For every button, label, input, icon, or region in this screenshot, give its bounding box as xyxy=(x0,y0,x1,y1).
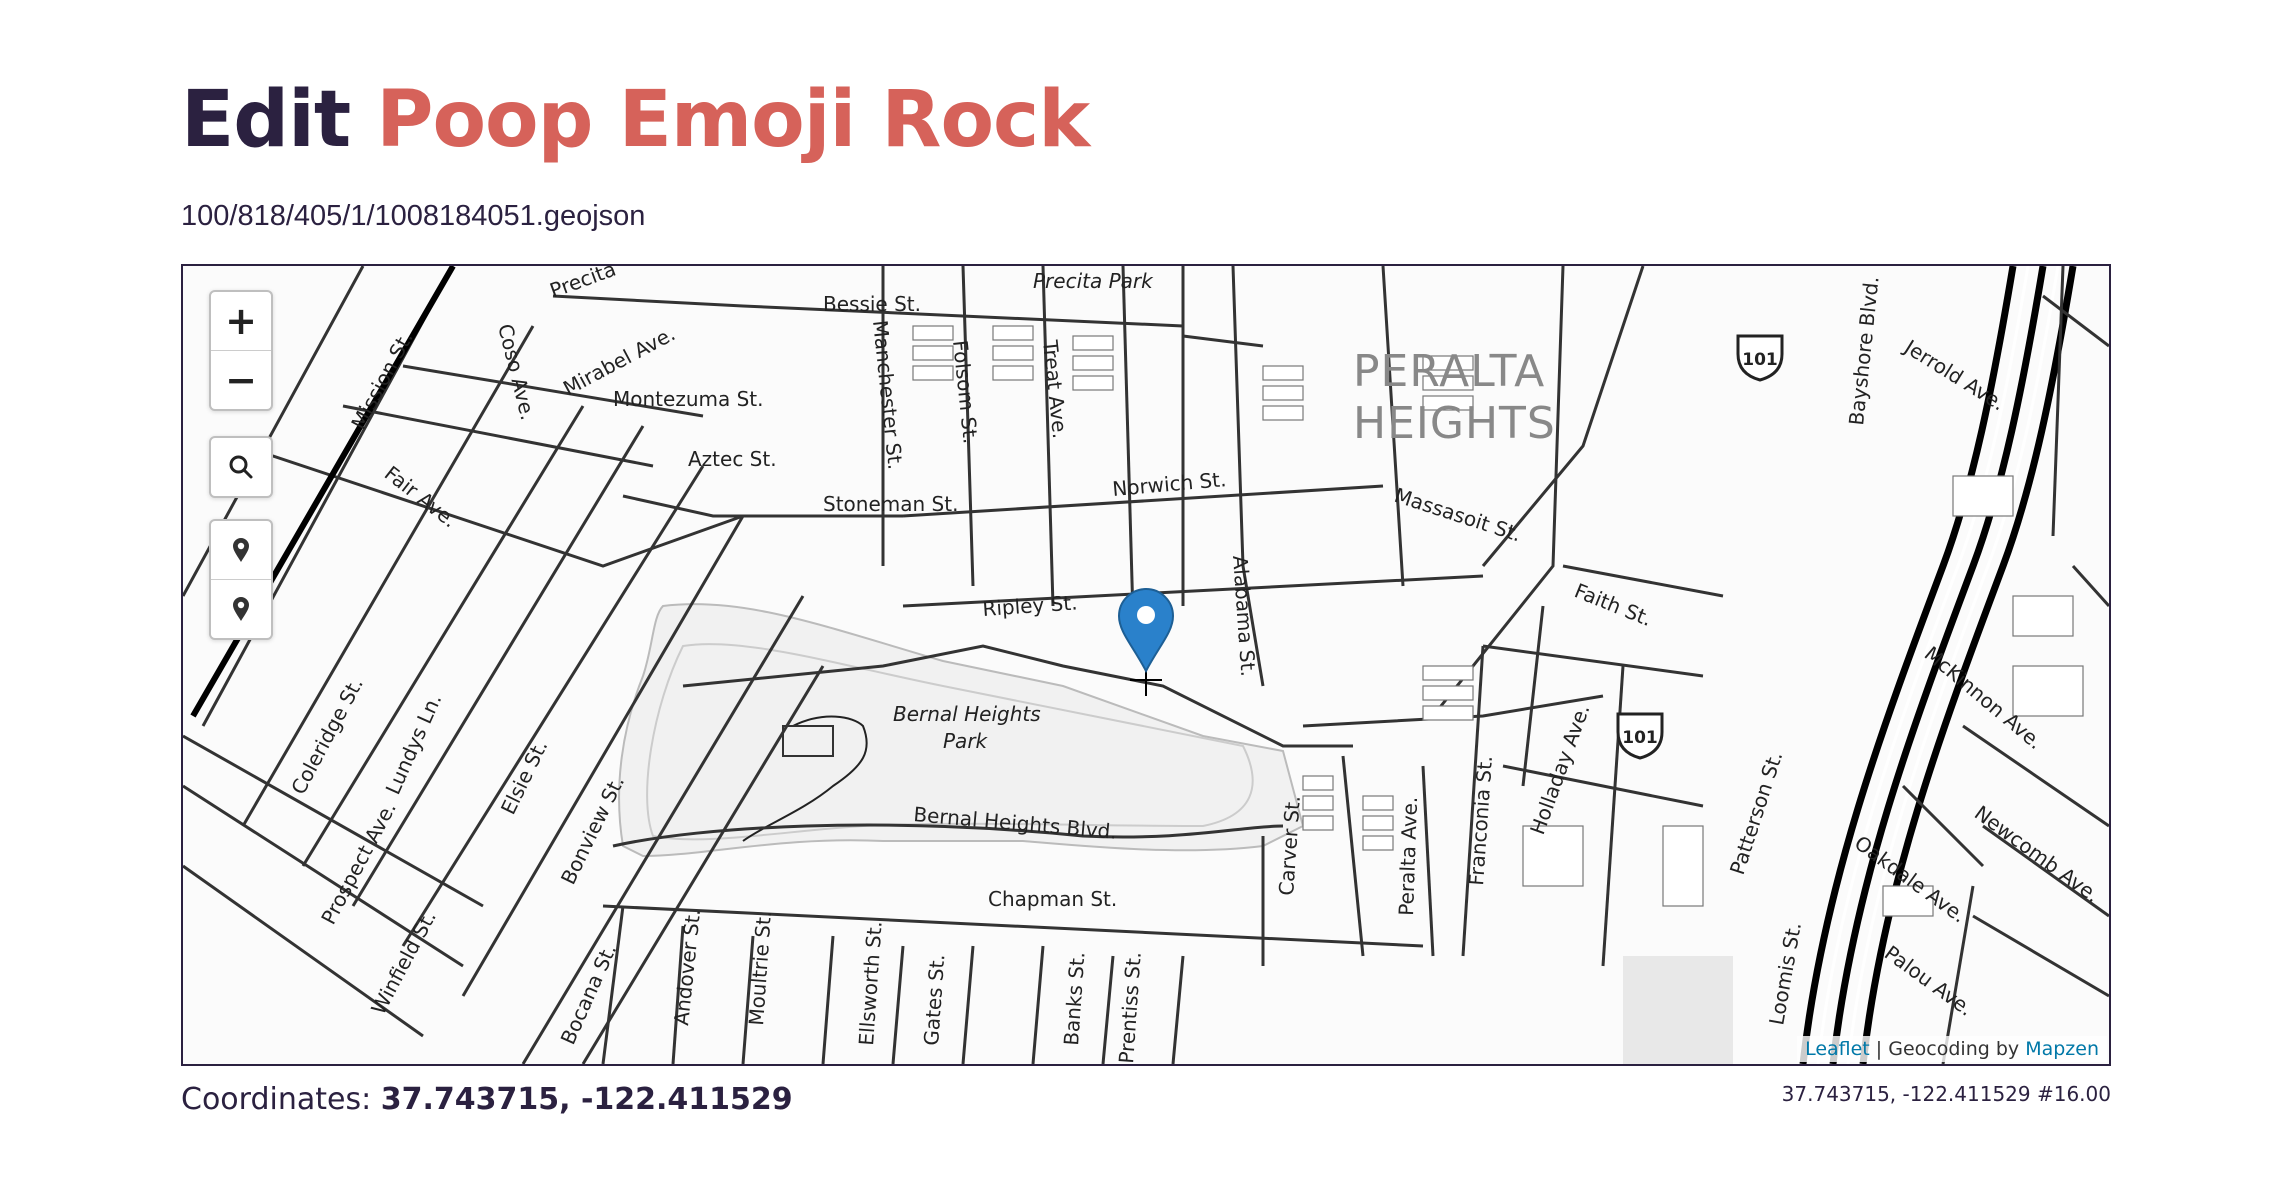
street-label: Ellsworth St. xyxy=(854,920,887,1046)
zoom-out-button[interactable]: − xyxy=(211,350,271,409)
zoom-control: + − xyxy=(209,290,273,411)
street-label: Moultrie St. xyxy=(744,910,776,1026)
map-marker-icon xyxy=(233,538,249,562)
street-label: Ripley St. xyxy=(982,590,1079,621)
park-label-2: Park xyxy=(943,729,989,753)
street-label: Bessie St. xyxy=(823,292,921,316)
marker-controls xyxy=(209,519,273,640)
page-title-place-name: Poop Emoji Rock xyxy=(376,75,1090,165)
street-label: Coso Ave. xyxy=(493,321,540,422)
street-label: Aztec St. xyxy=(688,447,777,471)
highway-shield-icon: 101 xyxy=(1616,712,1664,760)
highway-shield-label: 101 xyxy=(1622,728,1658,748)
geojson-file-path: 100/818/405/1/1008184051.geojson xyxy=(181,200,646,232)
street-label: Lundys Ln. xyxy=(381,690,447,798)
mapzen-link[interactable]: Mapzen xyxy=(2025,1038,2099,1060)
street-label: Massasoit St. xyxy=(1391,483,1524,547)
map-hash-readout: 37.743715, -122.411529 #16.00 xyxy=(1781,1082,2111,1106)
street-label: Alabama St. xyxy=(1228,555,1260,678)
street-label: Loomis St. xyxy=(1764,920,1806,1027)
geocoder-control xyxy=(209,436,273,498)
page-title: Edit Poop Emoji Rock xyxy=(181,70,1090,170)
street-label: Stoneman St. xyxy=(823,492,958,516)
map-attribution: Leaflet | Geocoding by Mapzen xyxy=(1797,1036,2107,1062)
street-label: Chapman St. xyxy=(988,887,1117,911)
search-button[interactable] xyxy=(211,438,271,496)
street-label: Holladay Ave. xyxy=(1525,701,1594,838)
street-label: Peralta Ave. xyxy=(1394,796,1422,916)
zoom-in-button[interactable]: + xyxy=(211,292,271,350)
street-label: Manchester St. xyxy=(868,319,908,471)
leaflet-link[interactable]: Leaflet xyxy=(1805,1038,1870,1060)
coordinates-value: 37.743715, -122.411529 xyxy=(380,1082,793,1117)
street-label: Winfield St. xyxy=(366,906,441,1018)
attribution-separator: | Geocoding by xyxy=(1869,1038,2026,1060)
neighborhood-label-1: PERALTA xyxy=(1353,346,1545,397)
street-label: Treat Ave. xyxy=(1038,338,1072,440)
precita-park-label: Precita Park xyxy=(1033,269,1154,293)
street-label: Montezuma St. xyxy=(613,387,763,411)
neighborhood-label-2: HEIGHTS xyxy=(1353,398,1556,449)
map-marker-icon xyxy=(233,597,249,621)
highway-shield-label: 101 xyxy=(1742,350,1778,370)
map-tiles[interactable]: PERALTA HEIGHTS Bernal Heights Park Prec… xyxy=(183,266,2109,1064)
street-label: Newcomb Ave. xyxy=(1970,801,2104,908)
coordinates-readout: Coordinates: 37.743715, -122.411529 xyxy=(181,1082,793,1117)
street-label: Faith St. xyxy=(1571,578,1655,631)
street-label: Franconia St. xyxy=(1464,755,1497,887)
industrial-area xyxy=(1623,956,1733,1064)
highway-shield-icon: 101 xyxy=(1736,334,1784,382)
street-label: Bonview St. xyxy=(556,772,629,889)
street-label: Andover St. xyxy=(669,908,705,1027)
map-marker-pin-icon[interactable] xyxy=(1117,588,1175,674)
street-label: Bayshore Blvd. xyxy=(1844,275,1884,426)
street-label: Patterson St. xyxy=(1725,748,1787,877)
street-label: Gates St. xyxy=(919,953,949,1046)
search-icon xyxy=(229,455,253,479)
marker-button[interactable] xyxy=(211,579,271,638)
street-label: Prentiss St. xyxy=(1114,951,1146,1064)
map-view[interactable]: PERALTA HEIGHTS Bernal Heights Park Prec… xyxy=(181,264,2111,1066)
park-label-1: Bernal Heights xyxy=(893,702,1041,726)
page-title-verb: Edit xyxy=(181,75,351,165)
street-label: Elsie St. xyxy=(496,736,553,818)
street-label: Banks St. xyxy=(1059,951,1089,1046)
street-label: Folsom St. xyxy=(948,339,983,445)
marker-button[interactable] xyxy=(211,521,271,579)
coordinates-label: Coordinates: xyxy=(181,1082,381,1117)
